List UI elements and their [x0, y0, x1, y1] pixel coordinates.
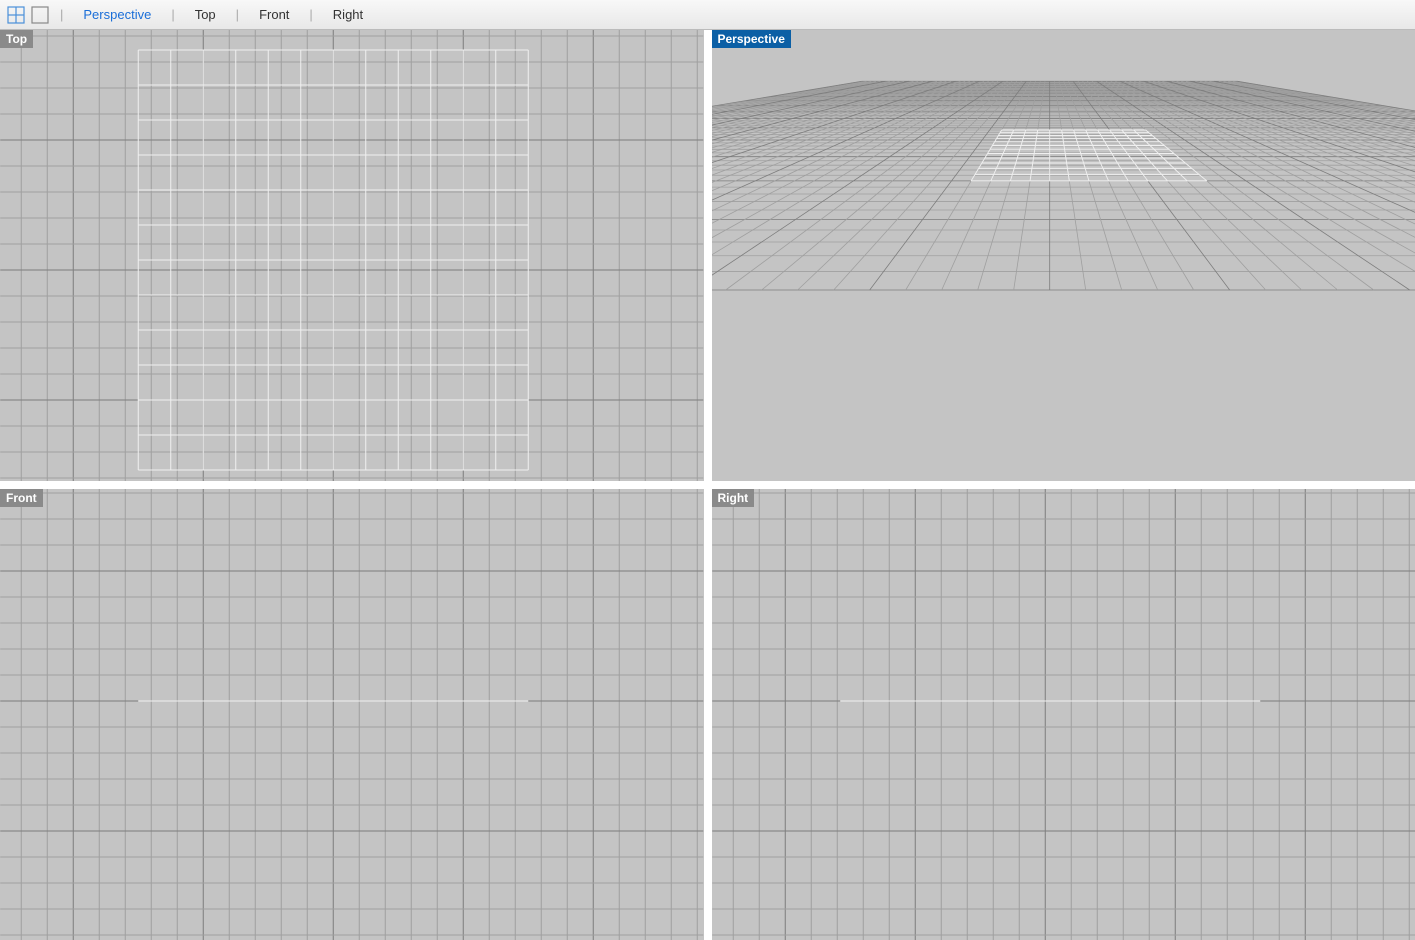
- grid-canvas-perspective: [712, 30, 1415, 481]
- viewport-label-right[interactable]: Right: [712, 489, 755, 507]
- viewport-label-top[interactable]: Top: [0, 30, 33, 48]
- separator: |: [236, 7, 239, 22]
- viewport-top[interactable]: Top: [0, 30, 704, 481]
- viewport-perspective[interactable]: Perspective: [712, 30, 1415, 481]
- four-view-icon[interactable]: [6, 5, 26, 25]
- tab-front[interactable]: Front: [249, 4, 299, 25]
- grid-canvas-top: [0, 30, 704, 481]
- viewport-right[interactable]: Right: [712, 489, 1415, 940]
- toolbar: | Perspective | Top | Front | Right: [0, 0, 1415, 30]
- viewport-front[interactable]: Front: [0, 489, 704, 940]
- grid-canvas-front: [0, 489, 704, 940]
- viewport-container: Top Perspective Front Right: [0, 30, 1415, 940]
- separator: |: [309, 7, 312, 22]
- separator: |: [60, 7, 63, 22]
- grid-canvas-right: [712, 489, 1415, 940]
- viewport-label-front[interactable]: Front: [0, 489, 43, 507]
- single-view-icon[interactable]: [30, 5, 50, 25]
- viewport-label-perspective[interactable]: Perspective: [712, 30, 791, 48]
- tab-perspective[interactable]: Perspective: [73, 4, 161, 25]
- separator: |: [171, 7, 174, 22]
- tab-right[interactable]: Right: [323, 4, 373, 25]
- tab-top[interactable]: Top: [185, 4, 226, 25]
